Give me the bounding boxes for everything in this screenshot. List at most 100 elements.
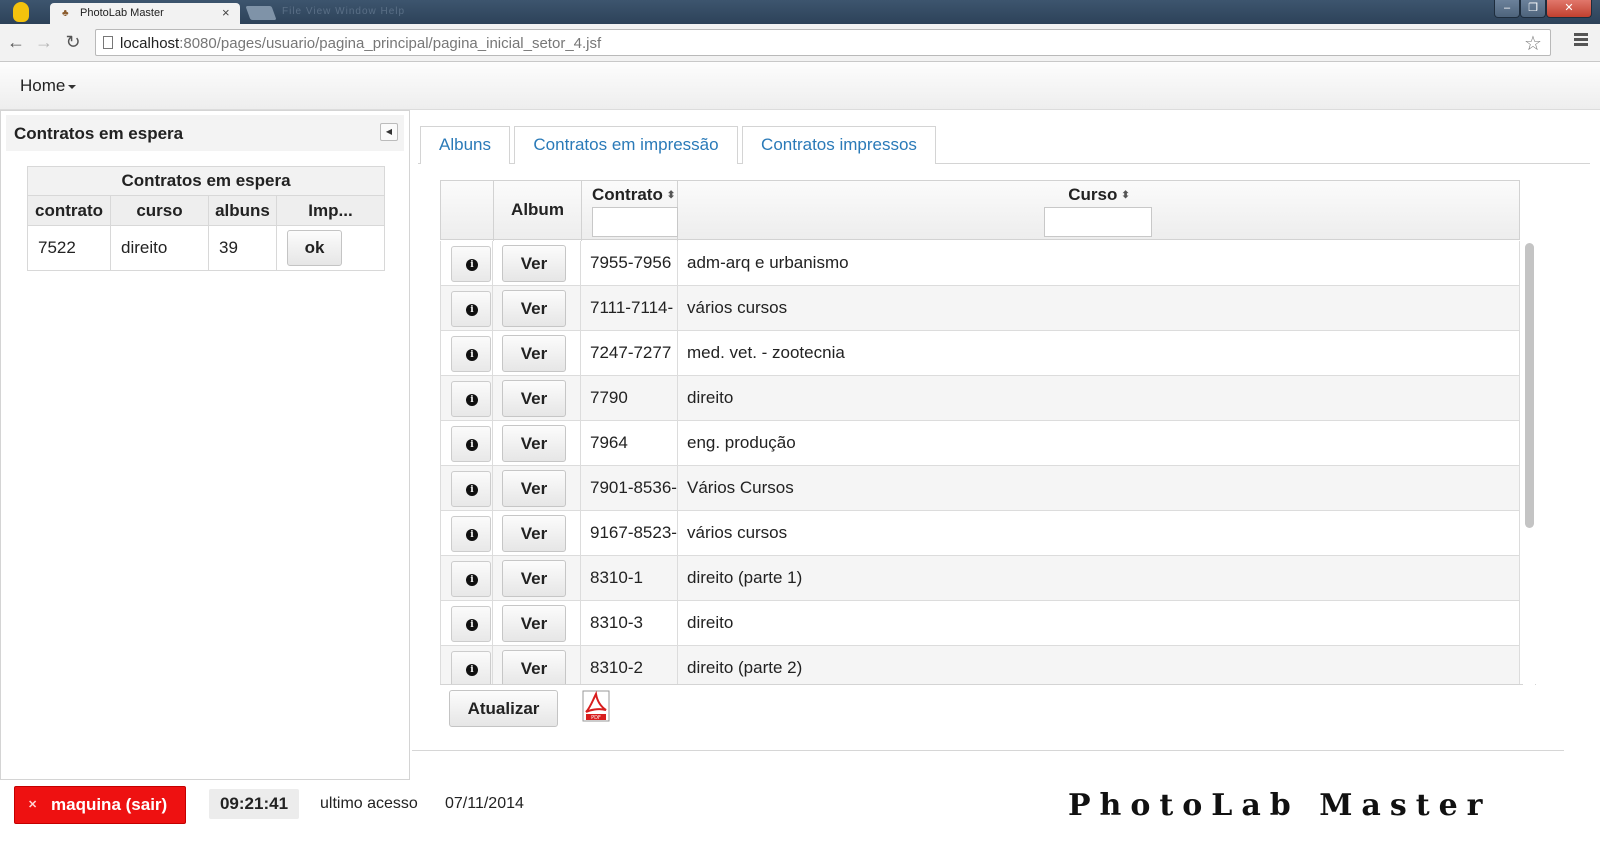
info-icon: i xyxy=(466,664,478,676)
cell-curso: direito (parte 2) xyxy=(687,658,803,677)
info-cell: i xyxy=(441,421,493,465)
app-menubar: Home xyxy=(0,62,1600,110)
ver-button[interactable]: Ver xyxy=(502,290,566,327)
info-button[interactable]: i xyxy=(451,426,491,462)
close-icon: ✕ xyxy=(28,799,38,811)
cell-contrato: 7790 xyxy=(581,376,678,420)
address-bar[interactable]: localhost:8080/pages/usuario/pagina_prin… xyxy=(95,29,1551,56)
vertical-scrollbar[interactable] xyxy=(1523,241,1535,685)
clock: 09:21:41 xyxy=(209,789,299,819)
album-cell: Ver xyxy=(493,511,581,555)
info-button[interactable]: i xyxy=(451,561,491,597)
album-cell: Ver xyxy=(493,286,581,330)
ghost-menu: File View Window Help xyxy=(282,6,406,17)
ver-button[interactable]: Ver xyxy=(502,515,566,552)
menu-icon[interactable] xyxy=(1574,33,1588,48)
waiting-contracts-panel: Contratos em espera ◀ Contratos em esper… xyxy=(0,110,410,780)
table-row: i Ver 7111-7114- vários cursos xyxy=(440,286,1520,331)
table-row: i Ver 7964 eng. produção xyxy=(440,421,1520,466)
cell-contrato: 9167-8523- xyxy=(581,511,678,555)
ver-button[interactable]: Ver xyxy=(502,335,566,372)
cell-curso: Vários Cursos xyxy=(687,478,794,497)
info-icon: i xyxy=(466,349,478,361)
ver-button[interactable]: Ver xyxy=(502,470,566,507)
column-header-album: Album xyxy=(494,181,582,241)
albums-grid: Album Contrato ⬍ Curso ⬍ i Ver 7955-7956 adm-… xyxy=(440,180,1536,685)
table-row: i Ver 8310-3 direito xyxy=(440,601,1520,646)
sort-icon[interactable]: ⬍ xyxy=(1121,190,1129,201)
info-button[interactable]: i xyxy=(451,246,491,282)
favicon-icon: ♣ xyxy=(62,8,69,19)
star-icon[interactable]: ☆ xyxy=(1524,31,1542,56)
info-cell: i xyxy=(441,511,493,555)
cell-contrato: 7901-8536- xyxy=(581,466,678,510)
url-host: localhost xyxy=(120,35,180,52)
collapse-icon[interactable]: ◀ xyxy=(380,123,398,141)
reload-icon[interactable]: ↻ xyxy=(62,31,84,53)
browser-tab[interactable]: ♣ PhotoLab Master × xyxy=(50,3,240,24)
curso-filter-input[interactable] xyxy=(1044,207,1152,237)
tab-contratos-em-impressao[interactable]: Contratos em impressão xyxy=(514,126,738,164)
logout-button[interactable]: ✕ maquina (sair) xyxy=(14,786,186,824)
cell-contrato: 7247-7277 xyxy=(581,331,678,375)
tab-albuns[interactable]: Albuns xyxy=(420,126,510,164)
browser-titlebar: ♣ PhotoLab Master × File View Window Hel… xyxy=(0,0,1600,24)
grid-header: Album Contrato ⬍ Curso ⬍ xyxy=(440,180,1520,241)
url-text[interactable]: localhost:8080/pages/usuario/pagina_prin… xyxy=(120,35,601,52)
info-button[interactable]: i xyxy=(451,651,491,684)
close-icon[interactable]: × xyxy=(222,5,230,20)
sort-icon[interactable]: ⬍ xyxy=(667,190,675,201)
info-button[interactable]: i xyxy=(451,381,491,417)
album-cell: Ver xyxy=(493,466,581,510)
ok-button[interactable]: ok xyxy=(287,230,342,266)
cell-contrato: 7964 xyxy=(581,421,678,465)
back-arrow-icon[interactable]: ← xyxy=(5,31,27,53)
atualizar-button[interactable]: Atualizar xyxy=(449,690,558,727)
column-header-curso[interactable]: Curso ⬍ xyxy=(678,181,1520,241)
info-button[interactable]: i xyxy=(451,471,491,507)
info-cell: i xyxy=(441,376,493,420)
cell-contrato: 8310-2 xyxy=(581,646,678,684)
forward-arrow-icon[interactable]: → xyxy=(33,31,55,53)
table-row: i Ver 7901-8536- Vários Cursos xyxy=(440,466,1520,511)
window-close-button[interactable]: ✕ xyxy=(1546,0,1592,18)
info-cell: i xyxy=(441,286,493,330)
ver-button[interactable]: Ver xyxy=(502,605,566,642)
contrato-filter-input[interactable] xyxy=(592,207,678,237)
svg-text:PDF: PDF xyxy=(591,715,601,721)
column-header-contrato: contrato xyxy=(27,195,111,226)
info-button[interactable]: i xyxy=(451,516,491,552)
info-button[interactable]: i xyxy=(451,606,491,642)
info-icon: i xyxy=(466,484,478,496)
minimize-button[interactable]: – xyxy=(1494,0,1520,18)
column-header-albuns: albuns xyxy=(208,195,277,226)
maximize-button[interactable]: ❐ xyxy=(1520,0,1546,18)
table-row: i Ver 9167-8523- vários cursos xyxy=(440,511,1520,556)
column-header-contrato[interactable]: Contrato ⬍ xyxy=(582,181,678,241)
table-row: i Ver 7790 direito xyxy=(440,376,1520,421)
ver-button[interactable]: Ver xyxy=(502,425,566,462)
cell-curso: adm-arq e urbanismo xyxy=(687,253,849,272)
info-icon: i xyxy=(466,304,478,316)
waiting-contracts-table: Contratos em espera contrato curso albun… xyxy=(27,166,385,271)
new-tab-button[interactable] xyxy=(245,6,277,20)
tab-contratos-impressos[interactable]: Contratos impressos xyxy=(742,126,936,164)
album-cell: Ver xyxy=(493,331,581,375)
cell-curso: eng. produção xyxy=(687,433,796,452)
divider xyxy=(412,750,1564,751)
cell-contrato: 7522 xyxy=(27,225,111,271)
cell-curso: direito (parte 1) xyxy=(687,568,803,587)
info-button[interactable]: i xyxy=(451,336,491,372)
ver-button[interactable]: Ver xyxy=(502,560,566,597)
ver-button[interactable]: Ver xyxy=(502,650,566,684)
ver-button[interactable]: Ver xyxy=(502,245,566,282)
scrollbar-thumb[interactable] xyxy=(1525,243,1534,528)
home-menu[interactable]: Home xyxy=(20,76,77,96)
ver-button[interactable]: Ver xyxy=(502,380,566,417)
cell-contrato: 8310-3 xyxy=(581,601,678,645)
info-button[interactable]: i xyxy=(451,291,491,327)
cell-curso: direito xyxy=(687,388,734,407)
pdf-icon[interactable]: PDF xyxy=(582,690,610,722)
last-access-label: ultimo acesso xyxy=(320,795,418,812)
album-cell: Ver xyxy=(493,601,581,645)
